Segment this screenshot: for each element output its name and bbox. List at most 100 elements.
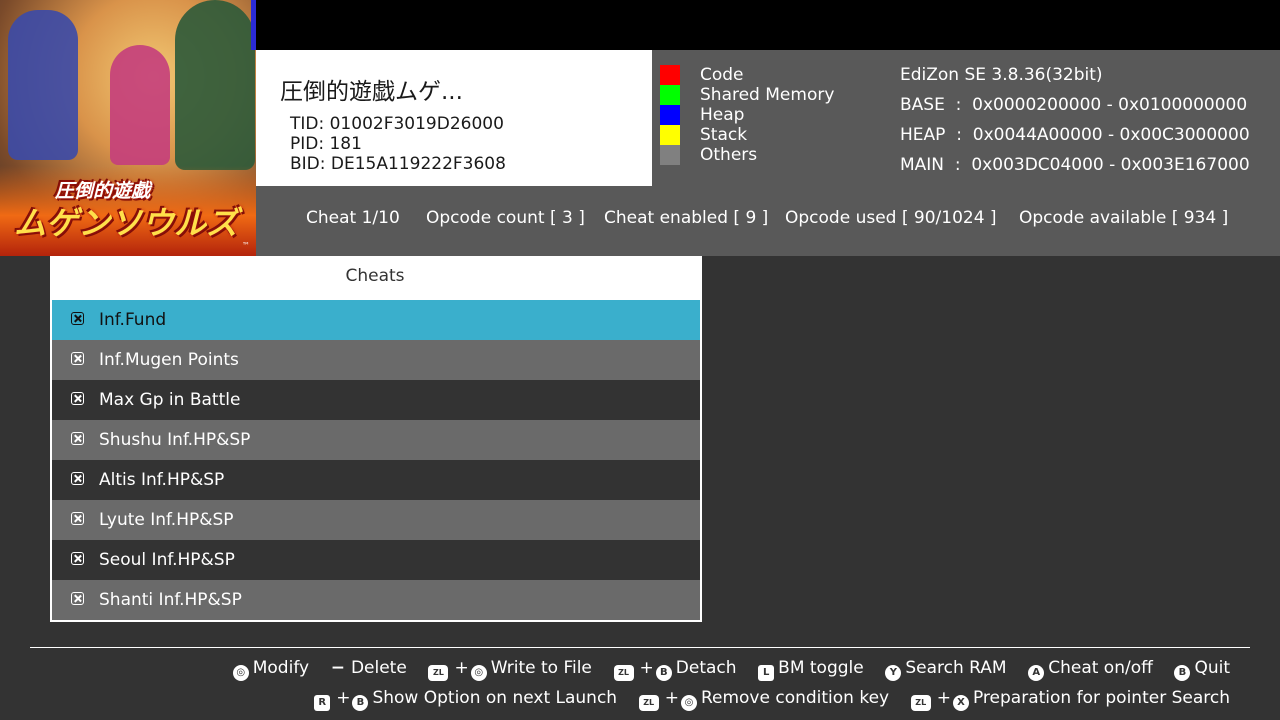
hint-detach[interactable]: ZL + B Detach [613, 658, 737, 681]
plus-separator: + [639, 658, 654, 678]
cheat-enabled-count: Cheat enabled [ 9 ] [604, 208, 769, 228]
character-figure-middle [110, 45, 170, 165]
game-info-panel: 圧倒的遊戯ムゲ... TID: 01002F3019D26000 PID: 18… [256, 50, 652, 186]
cheat-label: Seoul Inf.HP&SP [99, 550, 235, 570]
game-cover-art: 圧倒的遊戯 ムゲンソウルズ ™ [0, 0, 256, 256]
cheat-index: Cheat 1/10 [306, 208, 400, 228]
cheat-row[interactable]: Max Gp in Battle [52, 380, 700, 420]
cheat-row[interactable]: Shanti Inf.HP&SP [52, 580, 700, 620]
legend-swatch-others [660, 145, 680, 165]
hint-detach-label: Detach [675, 658, 737, 678]
plus-separator: + [936, 688, 951, 708]
hint-show-option-label: Show Option on next Launch [372, 688, 618, 708]
cheat-status-bar: Cheat 1/10 Opcode count [ 3 ] Cheat enab… [256, 186, 1280, 256]
hint-modify[interactable]: ◎ Modify [232, 658, 310, 681]
plus-separator: + [664, 688, 679, 708]
game-title: 圧倒的遊戯ムゲ... [280, 79, 463, 105]
b-button-icon: B [655, 665, 672, 681]
y-button-icon: Y [885, 665, 902, 681]
legend-label-shared-memory: Shared Memory [700, 85, 835, 105]
zl-button-icon: ZL [638, 695, 659, 711]
build-id: BID: DE15A119222F3608 [290, 154, 506, 174]
right-stick-icon: ◎ [470, 665, 487, 681]
plus-separator: + [336, 688, 351, 708]
hint-show-option[interactable]: R + B Show Option on next Launch [314, 688, 618, 711]
process-id: PID: 181 [290, 134, 362, 154]
legend-label-code: Code [700, 65, 744, 85]
game-logo-line2: ムゲンソウルズ [14, 204, 239, 242]
title-id: TID: 01002F3019D26000 [290, 114, 504, 134]
hint-write-to-file[interactable]: ZL + ◎ Write to File [428, 658, 592, 681]
hint-remove-label: Remove condition key [700, 688, 890, 708]
hint-remove-condition[interactable]: ZL + ◎ Remove condition key [638, 688, 890, 711]
art-edge-accent [251, 0, 256, 50]
cheat-row[interactable]: Seoul Inf.HP&SP [52, 540, 700, 580]
legend-label-heap: Heap [700, 105, 745, 125]
cheat-row[interactable]: Inf.Fund [52, 300, 700, 340]
hint-cheat-onoff[interactable]: A Cheat on/off [1028, 658, 1153, 681]
cheat-row[interactable]: Lyute Inf.HP&SP [52, 500, 700, 540]
left-stick-icon: ◎ [680, 695, 697, 711]
trademark-mark: ™ [242, 241, 250, 250]
minus-button-icon: − [330, 658, 345, 678]
r-button-icon: R [314, 695, 331, 711]
legend-swatch-heap [660, 105, 680, 125]
cheat-row[interactable]: Shushu Inf.HP&SP [52, 420, 700, 460]
cheat-row[interactable]: Altis Inf.HP&SP [52, 460, 700, 500]
plus-separator: + [454, 658, 469, 678]
checkbox-off-icon [71, 592, 84, 605]
hint-quit-label: Quit [1194, 658, 1230, 678]
hint-bm-toggle[interactable]: L BM toggle [758, 658, 864, 681]
legend-swatch-code [660, 65, 680, 85]
hint-pointer-label: Preparation for pointer Search [972, 688, 1230, 708]
a-button-icon: A [1028, 665, 1045, 681]
heap-address-range: HEAP : 0x0044A00000 - 0x00C3000000 [900, 125, 1250, 145]
cheat-label: Inf.Fund [99, 310, 167, 330]
cheat-label: Shanti Inf.HP&SP [99, 590, 242, 610]
cheat-label: Lyute Inf.HP&SP [99, 510, 234, 530]
hint-write-label: Write to File [490, 658, 592, 678]
checkbox-off-icon [71, 352, 84, 365]
legend-swatch-stack [660, 125, 680, 145]
legend-swatch-shared-memory [660, 85, 680, 105]
checkbox-off-icon [71, 312, 84, 325]
cheat-label: Altis Inf.HP&SP [99, 470, 225, 490]
checkbox-off-icon [71, 552, 84, 565]
cheat-label: Inf.Mugen Points [99, 350, 239, 370]
opcode-count: Opcode count [ 3 ] [426, 208, 585, 228]
main-address-range: MAIN : 0x003DC04000 - 0x003E167000 [900, 155, 1250, 175]
hint-search-ram[interactable]: Y Search RAM [885, 658, 1007, 681]
controls-hint-row-1: ◎ Modify − Delete ZL + ◎ Write to File ZL + B De… [232, 658, 1230, 681]
hint-delete[interactable]: − Delete [331, 658, 407, 678]
x-button-icon: X [952, 695, 969, 711]
memory-info-panel: Code Shared Memory Heap Stack Others Edi… [652, 50, 1280, 186]
zl-button-icon: ZL [428, 665, 449, 681]
hint-pointer-search[interactable]: ZL + X Preparation for pointer Search [910, 688, 1230, 711]
cheat-list: Cheats Inf.Fund Inf.Mugen Points Max Gp … [50, 256, 702, 622]
footer-divider [30, 647, 1250, 648]
zl-button-icon: ZL [910, 695, 931, 711]
hint-delete-label: Delete [350, 658, 407, 678]
opcode-used: Opcode used [ 90/1024 ] [785, 208, 997, 228]
checkbox-off-icon [71, 392, 84, 405]
checkbox-off-icon [71, 512, 84, 525]
character-figure-right [175, 0, 255, 170]
top-black-bar [256, 0, 1280, 50]
character-figure-left [8, 10, 78, 160]
base-address-range: BASE : 0x0000200000 - 0x0100000000 [900, 95, 1248, 115]
l-button-icon: L [758, 665, 775, 681]
cheat-label: Shushu Inf.HP&SP [99, 430, 251, 450]
hint-quit[interactable]: B Quit [1174, 658, 1230, 681]
hint-search-label: Search RAM [905, 658, 1007, 678]
controls-hint-row-2: R + B Show Option on next Launch ZL + ◎ Remove… [314, 688, 1230, 711]
b-button-icon: B [352, 695, 369, 711]
checkbox-off-icon [71, 432, 84, 445]
checkbox-off-icon [71, 472, 84, 485]
zl-button-icon: ZL [613, 665, 634, 681]
legend-label-others: Others [700, 145, 758, 165]
hint-bm-label: BM toggle [778, 658, 864, 678]
legend-label-stack: Stack [700, 125, 748, 145]
hint-modify-label: Modify [252, 658, 310, 678]
cheat-row[interactable]: Inf.Mugen Points [52, 340, 700, 380]
b-button-icon: B [1174, 665, 1191, 681]
